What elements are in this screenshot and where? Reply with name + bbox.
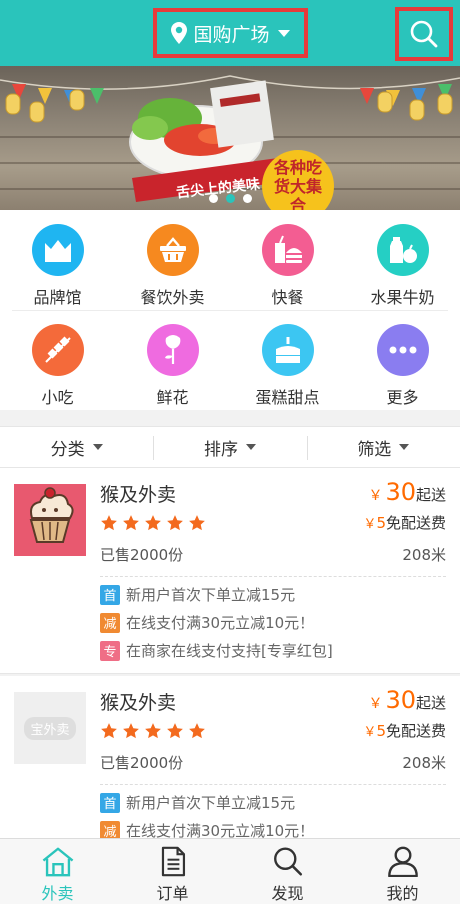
category-cake[interactable]: 蛋糕甜点	[230, 310, 345, 410]
delivery-fee: ￥5免配送费	[363, 514, 446, 532]
shop-name: 猴及外卖	[100, 484, 177, 506]
promo-new-user: 首 新用户首次下单立减15元	[100, 584, 295, 605]
caret-down-icon	[92, 444, 103, 450]
caret-down-icon	[399, 444, 410, 450]
filter-screen[interactable]: 筛选	[306, 427, 460, 467]
home-icon	[42, 847, 73, 877]
tab-discover[interactable]: 发现	[230, 839, 345, 904]
category-snacks[interactable]: 小吃	[0, 310, 115, 410]
min-order-price: ￥ 30 起送	[368, 686, 446, 714]
shop-thumbnail: 宝外卖	[14, 692, 86, 764]
basket-icon	[146, 224, 199, 276]
bottom-tab-bar: 外卖 订单 发现 我的	[0, 838, 460, 904]
document-icon	[161, 846, 185, 877]
star-icon	[167, 723, 183, 739]
cake-icon	[261, 324, 314, 376]
promo-tag: 专	[100, 640, 120, 661]
promo-divider	[100, 576, 446, 577]
promo-divider	[100, 784, 446, 785]
category-more[interactable]: 更多	[345, 310, 460, 410]
tab-orders[interactable]: 订单	[115, 839, 230, 904]
category-flowers[interactable]: 鲜花	[115, 310, 230, 410]
user-icon	[387, 846, 418, 877]
promo-discount: 减 在线支付满30元立减10元！	[100, 612, 314, 633]
filter-sort[interactable]: 排序	[153, 427, 306, 467]
star-icon	[101, 515, 117, 531]
promo-tag: 首	[100, 792, 120, 813]
category-label: 蛋糕甜点	[255, 388, 320, 407]
category-label: 鲜花	[156, 388, 189, 407]
star-icon	[123, 723, 139, 739]
star-icon	[167, 515, 183, 531]
location-label: 国购广场	[193, 23, 270, 46]
star-icon	[189, 515, 205, 531]
rating-stars	[100, 722, 206, 740]
filter-bar: 分类 排序 筛选	[0, 426, 460, 468]
skewer-icon	[31, 324, 84, 376]
min-order-price: ￥ 30 起送	[368, 478, 446, 506]
star-icon	[101, 723, 117, 739]
promo-tag: 首	[100, 584, 120, 605]
rating-stars	[100, 514, 206, 532]
banner-dot-active[interactable]	[225, 194, 235, 203]
sold-count: 已售2000份	[100, 546, 184, 564]
shop-name: 猴及外卖	[100, 692, 177, 714]
sold-count: 已售2000份	[100, 754, 184, 772]
caret-down-icon	[277, 29, 290, 37]
tab-profile[interactable]: 我的	[345, 839, 460, 904]
shop-card[interactable]: 宝外卖 猴及外卖 已售2000份 ￥ 30 起送 ￥5免配送费 208米 首 新用户…	[0, 676, 460, 841]
star-icon	[189, 723, 205, 739]
tab-takeout[interactable]: 外卖	[0, 839, 115, 904]
caret-down-icon	[245, 444, 256, 450]
crown-icon	[31, 224, 84, 276]
search-icon	[273, 847, 302, 876]
filter-category[interactable]: 分类	[0, 427, 153, 467]
category-brand[interactable]: 品牌馆	[0, 210, 115, 310]
banner-dot[interactable]	[208, 194, 218, 203]
distance: 208米	[402, 546, 446, 564]
rose-icon	[146, 324, 199, 376]
promo-new-user: 首 新用户首次下单立减15元	[100, 792, 295, 813]
category-label: 水果牛奶	[370, 288, 435, 307]
promo-tag: 减	[100, 612, 120, 633]
category-label: 小吃	[41, 388, 74, 407]
shop-card[interactable]: 猴及外卖 已售2000份 ￥ 30 起送 ￥5免配送费 208米 首 新用户首次下单…	[0, 468, 460, 674]
location-selector[interactable]: 国购广场	[153, 8, 308, 58]
star-icon	[145, 723, 161, 739]
category-grid: 品牌馆 餐饮外卖 快餐 水果牛奶 小吃 鲜花 蛋糕甜点 更多	[0, 210, 460, 410]
banner-pagination	[0, 194, 460, 203]
more-dots-icon	[376, 324, 429, 376]
delivery-fee: ￥5免配送费	[363, 722, 446, 740]
promo-banner[interactable]: 舌尖上的美味 各种吃货大集合	[0, 66, 460, 210]
category-label: 餐饮外卖	[140, 288, 205, 307]
banner-dot[interactable]	[242, 194, 252, 203]
category-label: 品牌馆	[33, 288, 82, 307]
distance: 208米	[402, 754, 446, 772]
search-button[interactable]	[395, 7, 453, 61]
category-food-delivery[interactable]: 餐饮外卖	[115, 210, 230, 310]
top-bar: 国购广场	[0, 0, 460, 66]
star-icon	[145, 515, 161, 531]
category-fruit-milk[interactable]: 水果牛奶	[345, 210, 460, 310]
star-icon	[123, 515, 139, 531]
milk-apple-icon	[376, 224, 429, 276]
category-fast-food[interactable]: 快餐	[230, 210, 345, 310]
shop-thumbnail	[14, 484, 86, 556]
promo-exclusive: 专 在商家在线支付支持[专享红包]	[100, 640, 333, 661]
category-label: 快餐	[271, 288, 304, 307]
category-label: 更多	[386, 388, 419, 407]
burger-drink-icon	[261, 224, 314, 276]
search-icon	[410, 20, 438, 48]
map-pin-icon	[171, 22, 188, 44]
